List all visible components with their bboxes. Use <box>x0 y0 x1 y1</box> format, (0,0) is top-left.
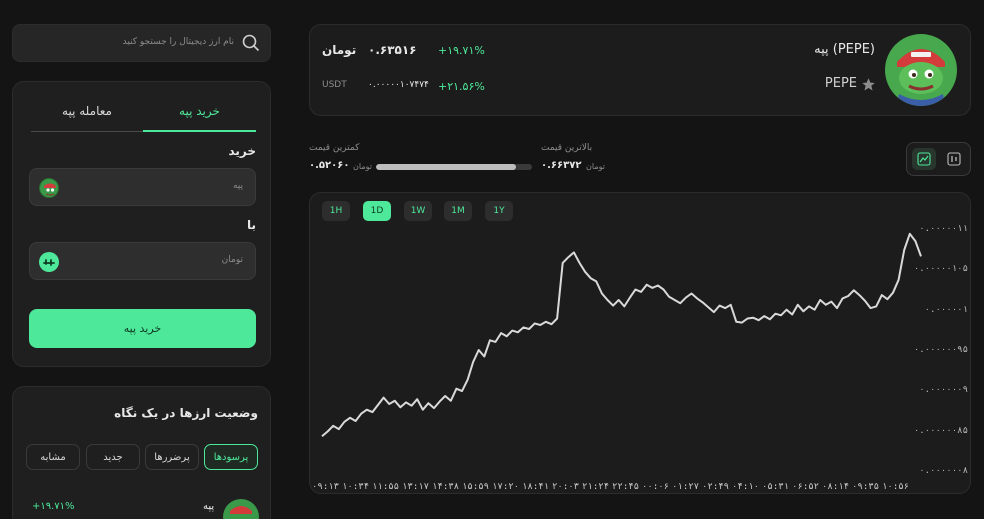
y-tick-label: ۰.۰۰۰۰۰۱ <box>924 305 968 315</box>
x-tick-label: ۲۰:۰۳ <box>552 482 580 492</box>
y-tick-label: ۰.۰۰۰۰۰۰۹ <box>919 385 968 395</box>
x-tick-label: ۱۴:۳۸ <box>432 482 460 492</box>
x-tick-label: ۱۸:۴۱ <box>522 482 550 492</box>
x-tick-label: ۲۲:۴۵ <box>612 482 640 492</box>
x-tick-label: ۱۷:۲۰ <box>492 482 520 492</box>
price-series-line <box>321 232 922 438</box>
price-line-chart <box>321 232 922 438</box>
x-tick-label: ۱۳:۱۷ <box>402 482 430 492</box>
y-tick-label: ۰.۰۰۰۰۰۰۹۵ <box>913 345 968 355</box>
x-tick-label: ۰۲:۴۹ <box>702 482 730 492</box>
y-tick-label: ۰.۰۰۰۰۰۱۱ <box>919 224 968 234</box>
x-tick-label: ۱۰:۵۶ <box>882 482 910 492</box>
x-tick-label: ۱۱:۵۵ <box>372 482 400 492</box>
x-tick-label: ۰۸:۱۴ <box>822 482 850 492</box>
y-tick-label: ۰.۰۰۰۰۰۰۸۵ <box>913 426 968 436</box>
x-tick-label: ۱۵:۵۹ <box>462 482 490 492</box>
x-tick-label: ۰۰:۰۶ <box>642 482 670 492</box>
x-tick-label: ۰۱:۲۷ <box>672 482 700 492</box>
x-tick-label: ۰۶:۵۲ <box>792 482 820 492</box>
x-tick-label: ۱۰:۳۴ <box>342 482 370 492</box>
x-tick-label: ۰۹:۳۵ <box>852 482 880 492</box>
y-tick-label: ۰.۰۰۰۰۰۰۸ <box>919 466 968 476</box>
x-tick-label: ۰۴:۱۰ <box>732 482 760 492</box>
x-tick-label: ۲۱:۲۴ <box>582 482 610 492</box>
x-tick-label: ۰۵:۳۱ <box>762 482 790 492</box>
y-tick-label: ۰.۰۰۰۰۰۱۰۵ <box>913 264 968 274</box>
x-tick-label: ۰۹:۱۳ <box>312 482 340 492</box>
